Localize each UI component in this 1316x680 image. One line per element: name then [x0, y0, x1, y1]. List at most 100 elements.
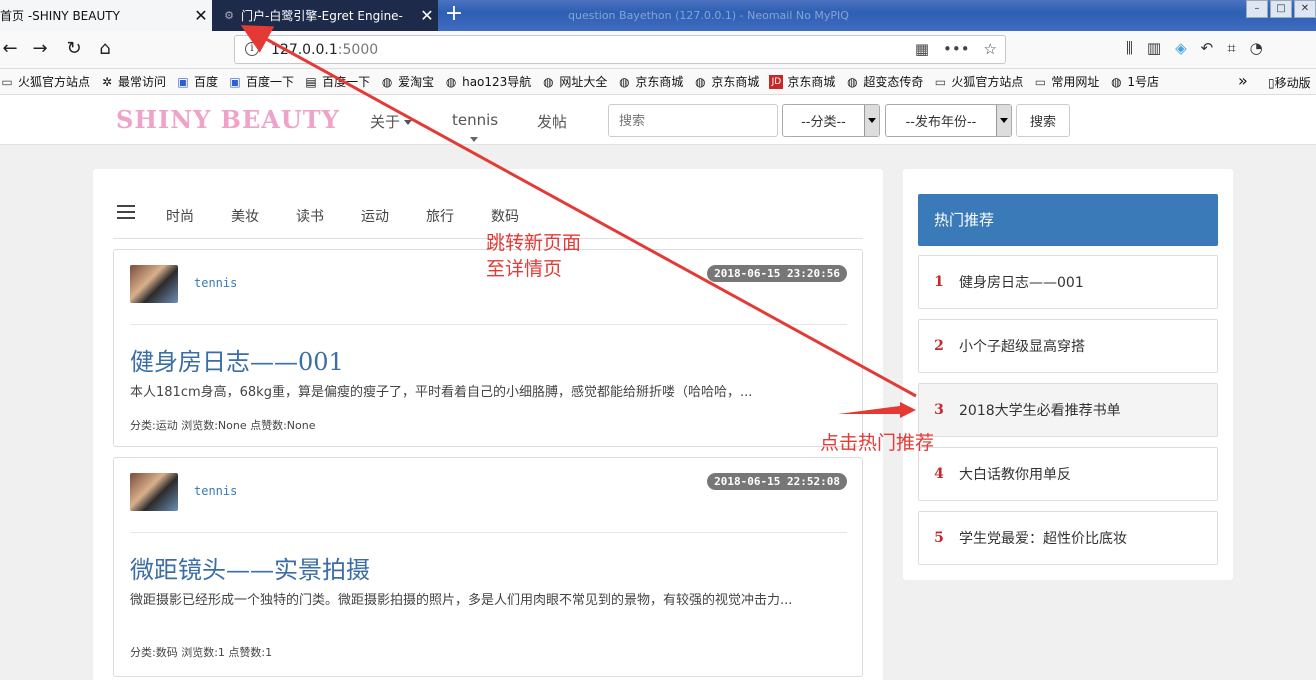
category-fashion[interactable]: 时尚: [166, 206, 194, 226]
back-icon[interactable]: ←: [0, 37, 22, 61]
tab-egret[interactable]: ⚙ 门户-白鹭引擎-Egret Engine- ✕: [212, 0, 438, 31]
mobile-bookmarks[interactable]: ▯移动版: [1268, 74, 1311, 91]
home-icon[interactable]: ⌂: [93, 37, 117, 61]
browser-tab-bar: 首页 -SHINY BEAUTY ✕ ⚙ 门户-白鹭引擎-Egret Engin…: [0, 0, 1316, 31]
post-summary: 微距摄影已经形成一个独特的门类。微距摄影拍摄的照片，多是人们用肉眼不常见到的景物…: [130, 593, 793, 608]
hot-item[interactable]: 3 2018大学生必看推荐书单: [918, 383, 1218, 437]
year-select[interactable]: --发布年份--: [885, 104, 1012, 137]
gear-icon: ✲: [101, 74, 113, 89]
new-tab-button[interactable]: +: [443, 0, 465, 31]
library-icon[interactable]: ⫼: [1126, 39, 1133, 57]
hot-item[interactable]: 1 健身房日志——001: [918, 255, 1218, 309]
globe-icon: ◍: [619, 74, 630, 89]
bookmarks-bar: ▭ 火狐官方站点 ✲ 最常访问 ▣ 百度 ▣ 百度一下 ▤ 百度一下 ◍ 爱淘宝 ◍ hao123导航 ◍ 网…: [0, 69, 1316, 95]
bookmark-item[interactable]: ◍ 网址大全: [541, 73, 607, 90]
forward-icon[interactable]: →: [28, 37, 52, 61]
bookmark-item[interactable]: ▤ 百度一下: [304, 73, 370, 90]
bookmark-item[interactable]: ◍ 1号店: [1109, 73, 1159, 90]
hot-rank: 1: [934, 274, 944, 290]
bookmark-item[interactable]: ▭ 火狐官方站点: [933, 73, 1024, 90]
bookmark-item[interactable]: ▭ 火狐官方站点: [0, 73, 90, 90]
more-actions-icon[interactable]: •••: [943, 40, 970, 58]
bookmark-item[interactable]: ✲ 最常访问: [100, 73, 166, 90]
hot-item[interactable]: 2 小个子超级显高穿搭: [918, 319, 1218, 373]
minimize-icon[interactable]: –: [1246, 0, 1268, 18]
baidu-icon: ▣: [229, 74, 241, 89]
post-meta: 分类:运动 浏览数:None 点赞数:None: [130, 419, 316, 432]
hot-item[interactable]: 5 学生党最爱：超性价比底妆: [918, 511, 1218, 565]
info-icon[interactable]: i: [245, 42, 259, 56]
hot-rank: 3: [934, 402, 944, 418]
bookmark-item[interactable]: ◍ 爱淘宝: [380, 73, 434, 90]
url-text[interactable]: 127.0.0.1:5000: [271, 42, 378, 58]
more-bookmarks-icon[interactable]: »: [1238, 71, 1248, 90]
bookmark-label: 京东商城: [711, 75, 760, 89]
bookmark-item[interactable]: ◍ 京东商城: [617, 73, 683, 90]
close-icon[interactable]: ✕: [190, 0, 212, 31]
bookmark-item[interactable]: ▣ 百度: [176, 73, 218, 90]
qr-code-icon[interactable]: ▦: [915, 40, 929, 58]
window-controls: – □ ✕: [1246, 0, 1316, 18]
post-title[interactable]: 微距镜头——实景拍摄: [130, 550, 370, 585]
nav-user-tennis[interactable]: tennis: [452, 111, 498, 129]
bookmark-item[interactable]: ◍ 超变态传奇: [845, 73, 923, 90]
avatar[interactable]: [130, 265, 178, 303]
post-author[interactable]: tennis: [194, 276, 237, 290]
dropdown-arrow-icon: [996, 105, 1011, 136]
avatar[interactable]: [130, 473, 178, 511]
close-icon[interactable]: ✕: [416, 0, 438, 31]
sidebar-icon[interactable]: ▥: [1147, 39, 1161, 57]
search-button[interactable]: 搜索: [1016, 104, 1070, 137]
post-title[interactable]: 健身房日志——001: [130, 342, 344, 377]
globe-icon: ◍: [847, 74, 858, 89]
nav-about-dropdown[interactable]: 关于: [370, 111, 413, 132]
nav-post[interactable]: 发帖: [537, 111, 567, 132]
crop-icon[interactable]: ⌗: [1227, 39, 1235, 57]
close-window-icon[interactable]: ✕: [1294, 0, 1316, 18]
url-bar[interactable]: i 127.0.0.1:5000 ▦ ••• ☆: [234, 35, 1006, 64]
bookmark-label: 百度: [194, 75, 219, 89]
hot-rank: 4: [934, 466, 944, 482]
bookmark-item[interactable]: ◍ hao123导航: [444, 73, 531, 90]
category-makeup[interactable]: 美妆: [231, 206, 259, 226]
egret-icon: ⚙: [224, 8, 234, 22]
category-sports[interactable]: 运动: [361, 206, 389, 226]
bookmark-item[interactable]: ▣ 百度一下: [228, 73, 294, 90]
annotation-click-text: 点击热门推荐: [820, 432, 935, 454]
tab-title: 门户-白鹭引擎-Egret Engine-: [241, 9, 403, 23]
globe-icon: ◍: [1111, 74, 1122, 89]
maximize-icon[interactable]: □: [1270, 0, 1292, 18]
undo-icon[interactable]: ↶: [1201, 39, 1214, 57]
bookmark-label: 1号店: [1127, 75, 1160, 89]
bookmark-item[interactable]: ▭ 常用网址: [1033, 73, 1100, 90]
hot-rank: 2: [934, 338, 944, 354]
reload-icon[interactable]: ↻: [62, 37, 86, 61]
site-logo[interactable]: SHINY BEAUTY: [116, 105, 340, 134]
bookmark-item[interactable]: JD 京东商城: [769, 73, 835, 90]
hot-item-label: 大白话教你用单反: [959, 467, 1071, 483]
bookmark-star-icon[interactable]: ☆: [984, 40, 997, 58]
bookmark-label: 超变态传奇: [863, 75, 924, 89]
hot-item[interactable]: 4 大白话教你用单反: [918, 447, 1218, 501]
dropdown-arrow-icon: [864, 105, 879, 136]
category-reading[interactable]: 读书: [296, 206, 324, 226]
extension-icon[interactable]: ◈: [1175, 39, 1187, 57]
category-digital[interactable]: 数码: [491, 206, 519, 226]
post-meta: 分类:数码 浏览数:1 点赞数:1: [130, 646, 273, 659]
background-tab-title: question Bayethon (127.0.0.1) - Neomail …: [568, 8, 849, 22]
bookmark-item[interactable]: ◍ 京东商城: [693, 73, 759, 90]
tab-shiny-beauty[interactable]: 首页 -SHINY BEAUTY ✕: [0, 0, 212, 31]
toolbar-icons: ⫼ ▥ ◈ ↶ ⌗ ◔: [1126, 39, 1263, 57]
post-author[interactable]: tennis: [194, 484, 237, 498]
hot-recommend-title: 热门推荐: [918, 194, 1218, 246]
post-summary: 本人181cm身高，68kg重，算是偏瘦的瘦子了，平时看着自己的小细胳膊，感觉都…: [130, 385, 753, 400]
category-select[interactable]: --分类--: [782, 104, 880, 137]
category-travel[interactable]: 旅行: [426, 206, 454, 226]
hot-recommend-card: 热门推荐 1 健身房日志——001 2 小个子超级显高穿搭 3 2018大学生必…: [903, 169, 1233, 580]
list-icon[interactable]: [117, 205, 135, 223]
post-date-badge: 2018-06-15 23:20:56: [707, 265, 847, 282]
folder-icon: ▭: [1034, 74, 1047, 89]
search-input[interactable]: [608, 104, 778, 137]
chat-icon[interactable]: ◔: [1250, 39, 1263, 57]
globe-icon: ◍: [695, 74, 706, 89]
